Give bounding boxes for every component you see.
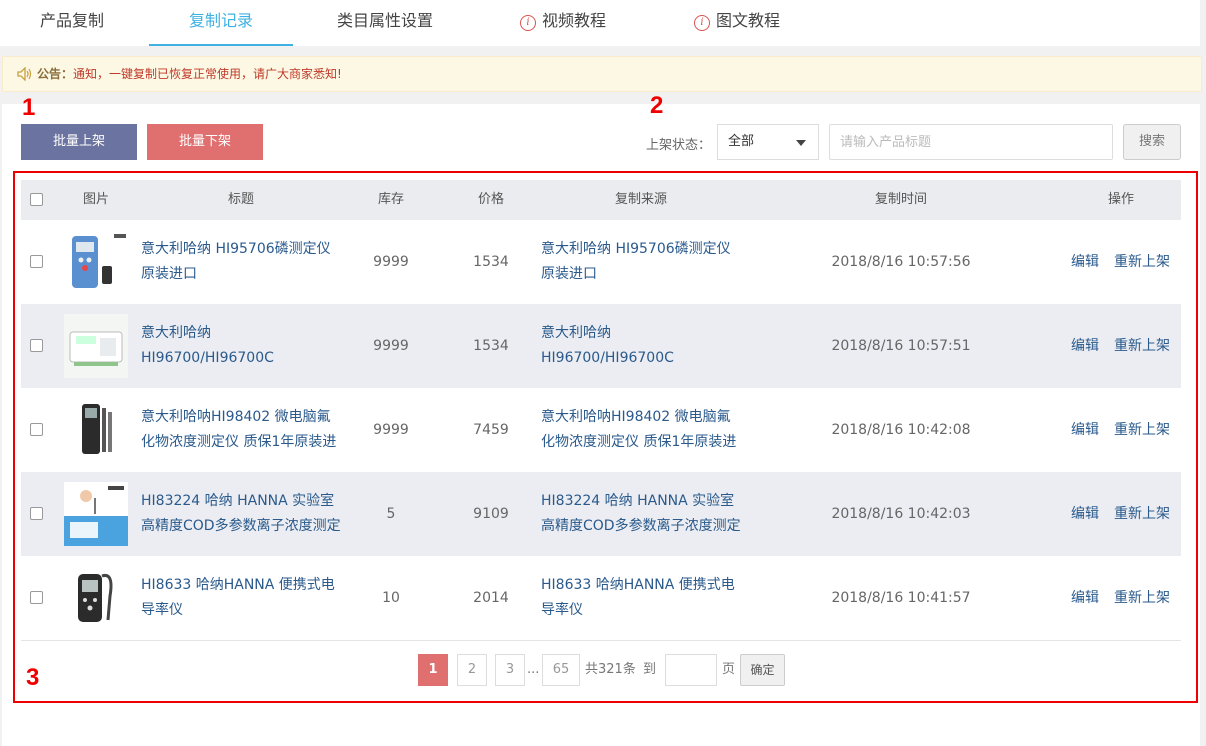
table-row: HI83224 哈纳 HANNA 实验室高精度COD多参数离子浓度测定 5 91… — [21, 472, 1181, 556]
stock-value: 10 — [382, 590, 400, 606]
edit-link[interactable]: 编辑 — [1071, 220, 1099, 304]
info-icon: i — [519, 15, 536, 31]
stock-value: 9999 — [373, 422, 409, 438]
product-thumbnail — [64, 566, 128, 630]
column-header-title: 标题 — [227, 192, 254, 207]
edit-link[interactable]: 编辑 — [1071, 472, 1099, 556]
stock-value: 9999 — [373, 338, 409, 354]
annotation-marker: 1 — [22, 94, 36, 121]
annotation-marker: 2 — [650, 92, 664, 119]
table-row: 意大利哈呐HI98402 微电脑氟化物浓度测定仪 质保1年原装进口 9999 7… — [21, 388, 1181, 472]
product-title-link[interactable]: HI8633 哈纳HANNA 便携式电导率仪 — [141, 573, 341, 623]
tab-category-settings[interactable]: 类目属性设置 — [320, 0, 450, 46]
table-divider — [21, 640, 1181, 641]
announcement-bar: 公告：通知，一键复制已恢复正常使用，请广大商家悉知! — [2, 56, 1202, 92]
stock-value: 5 — [386, 506, 396, 522]
table-row: HI8633 哈纳HANNA 便携式电导率仪 10 2014 HI8633 哈纳… — [21, 556, 1181, 640]
column-header-actions: 操作 — [1107, 192, 1134, 207]
select-all-checkbox[interactable] — [30, 193, 43, 206]
product-title-link[interactable]: HI83224 哈纳 HANNA 实验室高精度COD多参数离子浓度测定 — [141, 489, 341, 539]
copy-source-link[interactable]: HI83224 哈纳 HANNA 实验室高精度COD多参数离子浓度测定 — [541, 489, 741, 539]
copy-source-link[interactable]: 意大利哈纳 HI95706磷测定仪原装进口 — [541, 237, 741, 287]
status-filter-value: 全部 — [728, 134, 755, 149]
page-button-3[interactable]: 3 — [495, 654, 525, 686]
pagination-total: 共321条 — [585, 662, 636, 677]
row-checkbox[interactable] — [30, 591, 43, 604]
batch-delist-button[interactable]: 批量下架 — [147, 124, 263, 160]
search-input[interactable] — [829, 124, 1113, 160]
row-checkbox[interactable] — [30, 255, 43, 268]
column-header-stock: 库存 — [377, 192, 404, 207]
tab-label: 图文教程 — [715, 11, 780, 30]
relist-link[interactable]: 重新上架 — [1114, 220, 1170, 304]
price-value: 7459 — [473, 422, 509, 438]
tab-product-copy[interactable]: 产品复制 — [20, 0, 124, 46]
status-filter-select[interactable]: 全部 — [717, 124, 819, 160]
relist-link[interactable]: 重新上架 — [1114, 556, 1170, 640]
edit-link[interactable]: 编辑 — [1071, 556, 1099, 640]
relist-link[interactable]: 重新上架 — [1114, 472, 1170, 556]
tab-label: 产品复制 — [39, 11, 104, 30]
relist-link[interactable]: 重新上架 — [1114, 304, 1170, 388]
copy-time: 2018/8/16 10:57:56 — [831, 254, 971, 270]
copy-time: 2018/8/16 10:57:51 — [831, 338, 971, 354]
table-row: 意大利哈纳 HI96700/HI96700C（HI93700） 9999 153… — [21, 304, 1181, 388]
table-header: 图片 标题 库存 价格 复制来源 复制时间 操作 — [21, 180, 1181, 220]
copy-time: 2018/8/16 10:42:03 — [831, 506, 971, 522]
copy-source-link[interactable]: 意大利哈纳 HI96700/HI96700C（HI93700） — [541, 321, 741, 371]
product-title-link[interactable]: 意大利哈呐HI98402 微电脑氟化物浓度测定仪 质保1年原装进口 — [141, 405, 341, 455]
caret-down-icon — [796, 140, 806, 146]
tab-label: 复制记录 — [188, 11, 253, 30]
tab-image-tutorial[interactable]: i 图文教程 — [682, 0, 792, 46]
row-checkbox[interactable] — [30, 339, 43, 352]
price-value: 1534 — [473, 254, 509, 270]
page-jump-confirm-button[interactable]: 确定 — [740, 654, 785, 686]
page-button-last[interactable]: 65 — [542, 654, 580, 686]
tab-label: 类目属性设置 — [336, 11, 433, 30]
product-title-link[interactable]: 意大利哈纳 HI95706磷测定仪原装进口 — [141, 237, 341, 287]
copy-source-link[interactable]: 意大利哈呐HI98402 微电脑氟化物浓度测定仪 质保1年原装进口 — [541, 405, 741, 455]
stock-value: 9999 — [373, 254, 409, 270]
row-checkbox[interactable] — [30, 423, 43, 436]
page-button-2[interactable]: 2 — [457, 654, 487, 686]
column-header-time: 复制时间 — [874, 192, 927, 207]
pagination-ellipsis: ... — [527, 662, 540, 677]
product-thumbnail — [64, 314, 128, 378]
announcement-title: 公告： — [37, 67, 74, 81]
edit-link[interactable]: 编辑 — [1071, 304, 1099, 388]
copy-time: 2018/8/16 10:42:08 — [831, 422, 971, 438]
row-checkbox[interactable] — [30, 507, 43, 520]
speaker-icon — [17, 60, 33, 94]
edit-link[interactable]: 编辑 — [1071, 388, 1099, 472]
top-tabs: 产品复制 复制记录 类目属性设置 i 视频教程 i 图文教程 — [0, 0, 1200, 46]
page-button-1[interactable]: 1 — [418, 654, 448, 686]
tab-copy-records[interactable]: 复制记录 — [149, 0, 293, 46]
status-filter-label: 上架状态： — [646, 138, 712, 153]
column-header-price: 价格 — [477, 192, 504, 207]
page-jump-input[interactable] — [665, 654, 717, 686]
pagination-page-unit: 页 — [722, 662, 736, 677]
announcement-message: 通知，一键复制已恢复正常使用，请广大商家悉知! — [73, 67, 342, 81]
copy-time: 2018/8/16 10:41:57 — [831, 590, 971, 606]
column-header-source: 复制来源 — [614, 192, 667, 207]
column-header-image: 图片 — [82, 192, 109, 207]
pagination-goto-label: 到 — [643, 662, 657, 677]
search-button[interactable]: 搜索 — [1123, 124, 1181, 160]
product-title-link[interactable]: 意大利哈纳 HI96700/HI96700C（HI93700） — [141, 321, 341, 371]
table-row: 意大利哈纳 HI95706磷测定仪原装进口 9999 1534 意大利哈纳 HI… — [21, 220, 1181, 304]
price-value: 1534 — [473, 338, 509, 354]
batch-list-button[interactable]: 批量上架 — [21, 124, 137, 160]
product-thumbnail — [64, 230, 128, 294]
relist-link[interactable]: 重新上架 — [1114, 388, 1170, 472]
tab-video-tutorial[interactable]: i 视频教程 — [508, 0, 618, 46]
product-thumbnail — [64, 482, 128, 546]
product-thumbnail — [64, 398, 128, 462]
copy-source-link[interactable]: HI8633 哈纳HANNA 便携式电导率仪 — [541, 573, 741, 623]
price-value: 9109 — [473, 506, 509, 522]
info-icon: i — [693, 15, 710, 31]
annotation-marker: 3 — [26, 664, 40, 691]
price-value: 2014 — [473, 590, 509, 606]
tab-label: 视频教程 — [541, 11, 606, 30]
